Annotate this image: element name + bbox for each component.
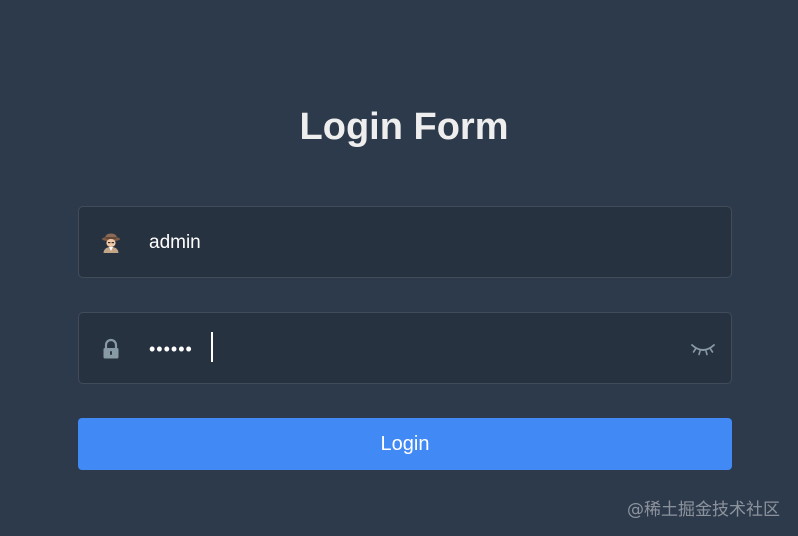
login-button[interactable]: Login bbox=[78, 418, 732, 470]
password-input[interactable] bbox=[149, 331, 669, 367]
watermark: @稀土掘金技术社区 bbox=[627, 500, 780, 520]
username-input[interactable] bbox=[149, 225, 669, 261]
page-title: Login Form bbox=[299, 106, 509, 148]
password-field[interactable] bbox=[78, 312, 732, 384]
eye-closed-icon[interactable] bbox=[689, 337, 717, 361]
lock-icon bbox=[99, 337, 123, 361]
login-container: Login Form admin •••••• Login @稀土掘金技术社区 bbox=[0, 0, 798, 536]
username-field[interactable] bbox=[78, 206, 732, 278]
text-caret bbox=[211, 332, 213, 362]
user-avatar-icon bbox=[99, 231, 123, 255]
